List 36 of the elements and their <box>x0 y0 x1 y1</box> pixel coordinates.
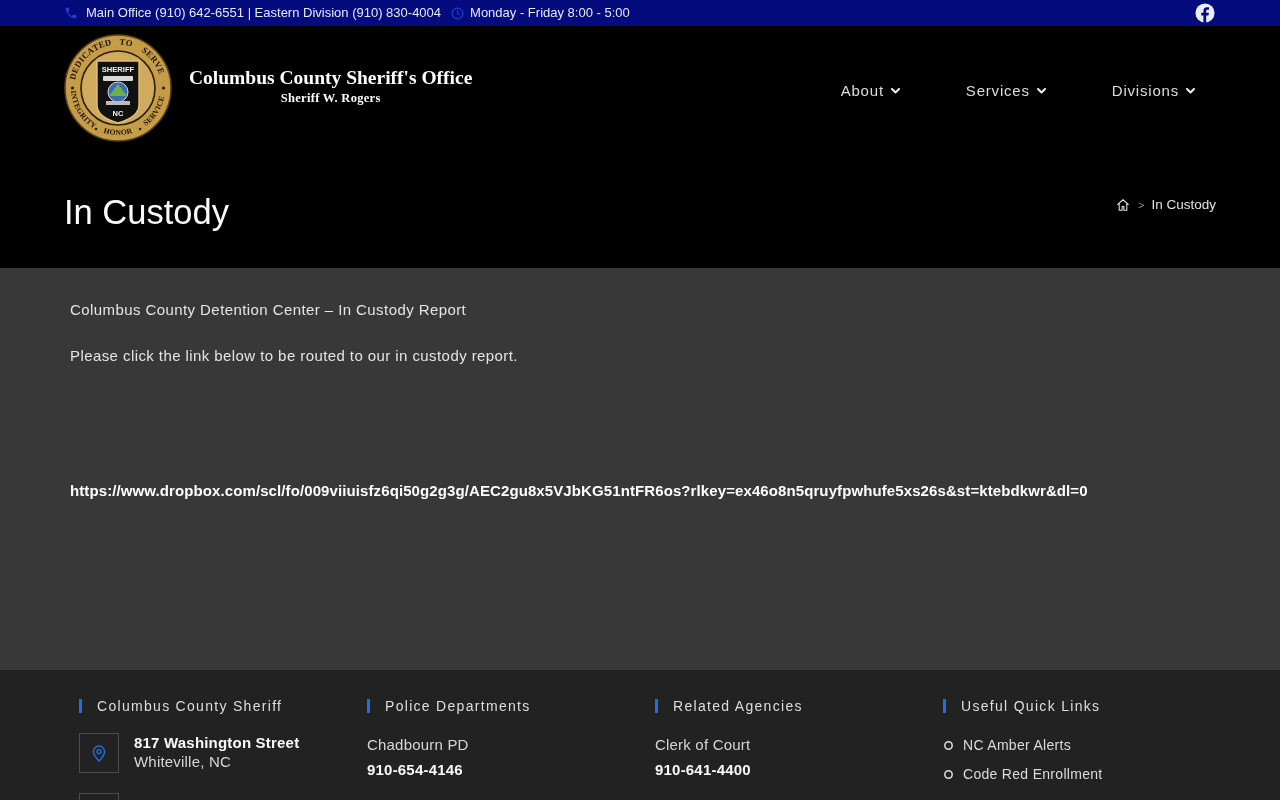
home-icon[interactable] <box>1116 198 1130 212</box>
page-title: In Custody <box>64 192 229 232</box>
paragraph-text: Columbus County Detention Center – In Custody Report <box>70 300 467 320</box>
nav-menu-item[interactable]: Divisions <box>1111 81 1195 101</box>
quick-link[interactable]: NC Amber Alerts <box>963 735 1071 755</box>
address-detail: Whiteville, NC <box>134 752 231 771</box>
agency-name: Clerk of Court <box>655 735 751 755</box>
phone-number: 910-654-4146 <box>367 760 463 780</box>
facebook-icon[interactable] <box>1195 3 1215 23</box>
clock-icon <box>451 6 465 20</box>
chevron-down-icon <box>1036 88 1046 94</box>
hours-text: Monday - Friday 8:00 - 5:00 <box>470 5 630 21</box>
site-subtitle: Sheriff W. Rogers <box>280 89 381 106</box>
footer-heading: Police Departments <box>367 699 531 713</box>
report-link[interactable]: https://www.dropbox.com/scl/fo/009viiuisfz6qi50g2g3g/AEC2gu8x5VJbKG51ntFR6os?rlkey=ex46o8n5qruyfpwhufe5xs26s&st=ktebdkwr&dl=0 <box>70 480 1088 502</box>
agency-name: Chadbourn PD <box>367 735 469 755</box>
phone-icon <box>64 6 78 20</box>
footer-heading: Columbus County Sheriff <box>79 699 283 713</box>
circle-bullet-icon <box>944 769 953 779</box>
nav-menu-item[interactable]: Services <box>965 81 1046 101</box>
nav-menu-item[interactable]: About <box>840 81 900 101</box>
circle-bullet-icon <box>944 740 953 750</box>
site-title: Columbus County Sheriff's Office <box>189 66 473 89</box>
chevron-down-icon <box>1186 88 1195 94</box>
chevron-down-icon <box>890 88 900 94</box>
paragraph-text: Please click the link below to be routed to our in custody report. <box>70 346 518 366</box>
breadcrumb-separator: > <box>1138 198 1145 213</box>
breadcrumb-current: In Custody <box>1151 196 1216 214</box>
footer-heading: Useful Quick Links <box>943 699 1101 713</box>
phone-number: 910-641-4400 <box>655 760 751 780</box>
seal-text: TO <box>119 36 135 49</box>
address-title: 817 Washington Street <box>134 733 300 752</box>
location-icon <box>79 733 119 773</box>
contact-text: Main Office (910) 642-6551 | Eastern Division (910) 830-4004 <box>86 5 442 21</box>
footer-heading: Related Agencies <box>655 699 803 713</box>
quick-link[interactable]: Code Red Enrollment <box>963 764 1103 784</box>
